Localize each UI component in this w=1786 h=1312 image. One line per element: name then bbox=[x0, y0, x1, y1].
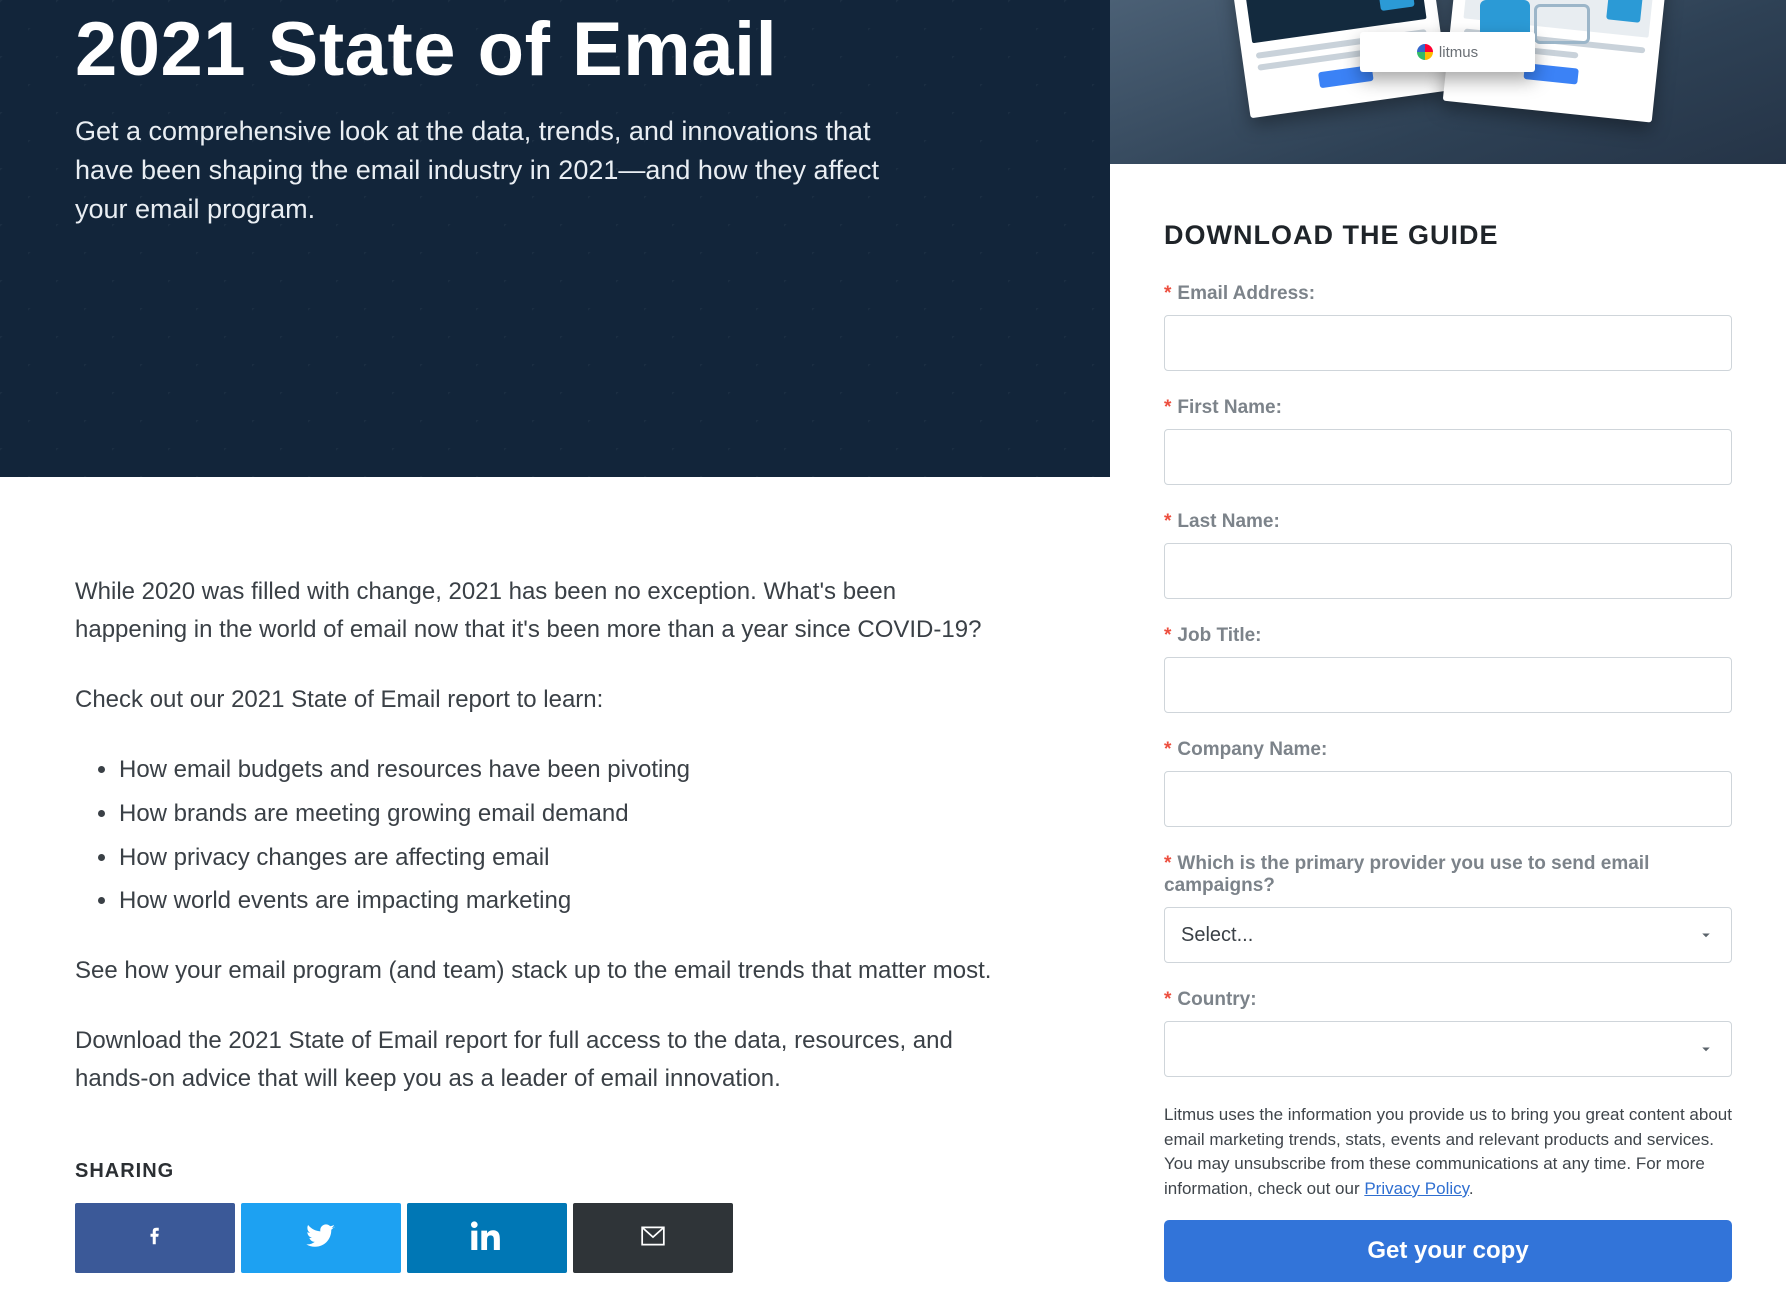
company-name-field[interactable] bbox=[1164, 771, 1732, 827]
country-select[interactable] bbox=[1164, 1021, 1732, 1077]
email-icon bbox=[635, 1223, 671, 1254]
form-heading: DOWNLOAD THE GUIDE bbox=[1164, 220, 1732, 251]
submit-button[interactable]: Get your copy bbox=[1164, 1220, 1732, 1282]
intro-paragraph: While 2020 was filled with change, 2021 … bbox=[75, 573, 995, 649]
privacy-disclaimer: Litmus uses the information you provide … bbox=[1164, 1103, 1732, 1202]
share-linkedin-button[interactable] bbox=[407, 1203, 567, 1273]
page-subtitle: Get a comprehensive look at the data, tr… bbox=[75, 112, 905, 229]
email-label: *Email Address: bbox=[1164, 283, 1732, 305]
last-name-field[interactable] bbox=[1164, 543, 1732, 599]
hero-banner: 2021 State of Email Get a comprehensive … bbox=[0, 0, 1110, 477]
first-name-field[interactable] bbox=[1164, 429, 1732, 485]
closing-paragraph: See how your email program (and team) st… bbox=[75, 952, 995, 990]
job-title-field[interactable] bbox=[1164, 657, 1732, 713]
bullet-list: How email budgets and resources have bee… bbox=[119, 751, 995, 921]
job-title-label: *Job Title: bbox=[1164, 625, 1732, 647]
email-field[interactable] bbox=[1164, 315, 1732, 371]
last-name-label: *Last Name: bbox=[1164, 511, 1732, 533]
country-label: *Country: bbox=[1164, 989, 1732, 1011]
sharing-heading: SHARING bbox=[75, 1160, 1035, 1183]
provider-select[interactable]: Select... bbox=[1164, 907, 1732, 963]
brand-label: litmus bbox=[1439, 44, 1478, 61]
share-twitter-button[interactable] bbox=[241, 1203, 401, 1273]
linkedin-icon bbox=[471, 1220, 503, 1257]
article-body: While 2020 was filled with change, 2021 … bbox=[0, 477, 1070, 1160]
lead-in-paragraph: Check out our 2021 State of Email report… bbox=[75, 681, 995, 719]
provider-label: *Which is the primary provider you use t… bbox=[1164, 853, 1732, 897]
first-name-label: *First Name: bbox=[1164, 397, 1732, 419]
bullet-item: How privacy changes are affecting email bbox=[119, 839, 995, 877]
bullet-item: How brands are meeting growing email dem… bbox=[119, 795, 995, 833]
share-facebook-button[interactable] bbox=[75, 1203, 235, 1273]
twitter-icon bbox=[303, 1221, 339, 1256]
page-title: 2021 State of Email bbox=[75, 0, 1035, 90]
guide-preview-image: litmus bbox=[1110, 0, 1786, 164]
closing-paragraph: Download the 2021 State of Email report … bbox=[75, 1022, 995, 1098]
bullet-item: How world events are impacting marketing bbox=[119, 882, 995, 920]
facebook-icon bbox=[146, 1219, 164, 1258]
privacy-policy-link[interactable]: Privacy Policy bbox=[1364, 1179, 1469, 1198]
share-email-button[interactable] bbox=[573, 1203, 733, 1273]
bullet-item: How email budgets and resources have bee… bbox=[119, 751, 995, 789]
company-name-label: *Company Name: bbox=[1164, 739, 1732, 761]
